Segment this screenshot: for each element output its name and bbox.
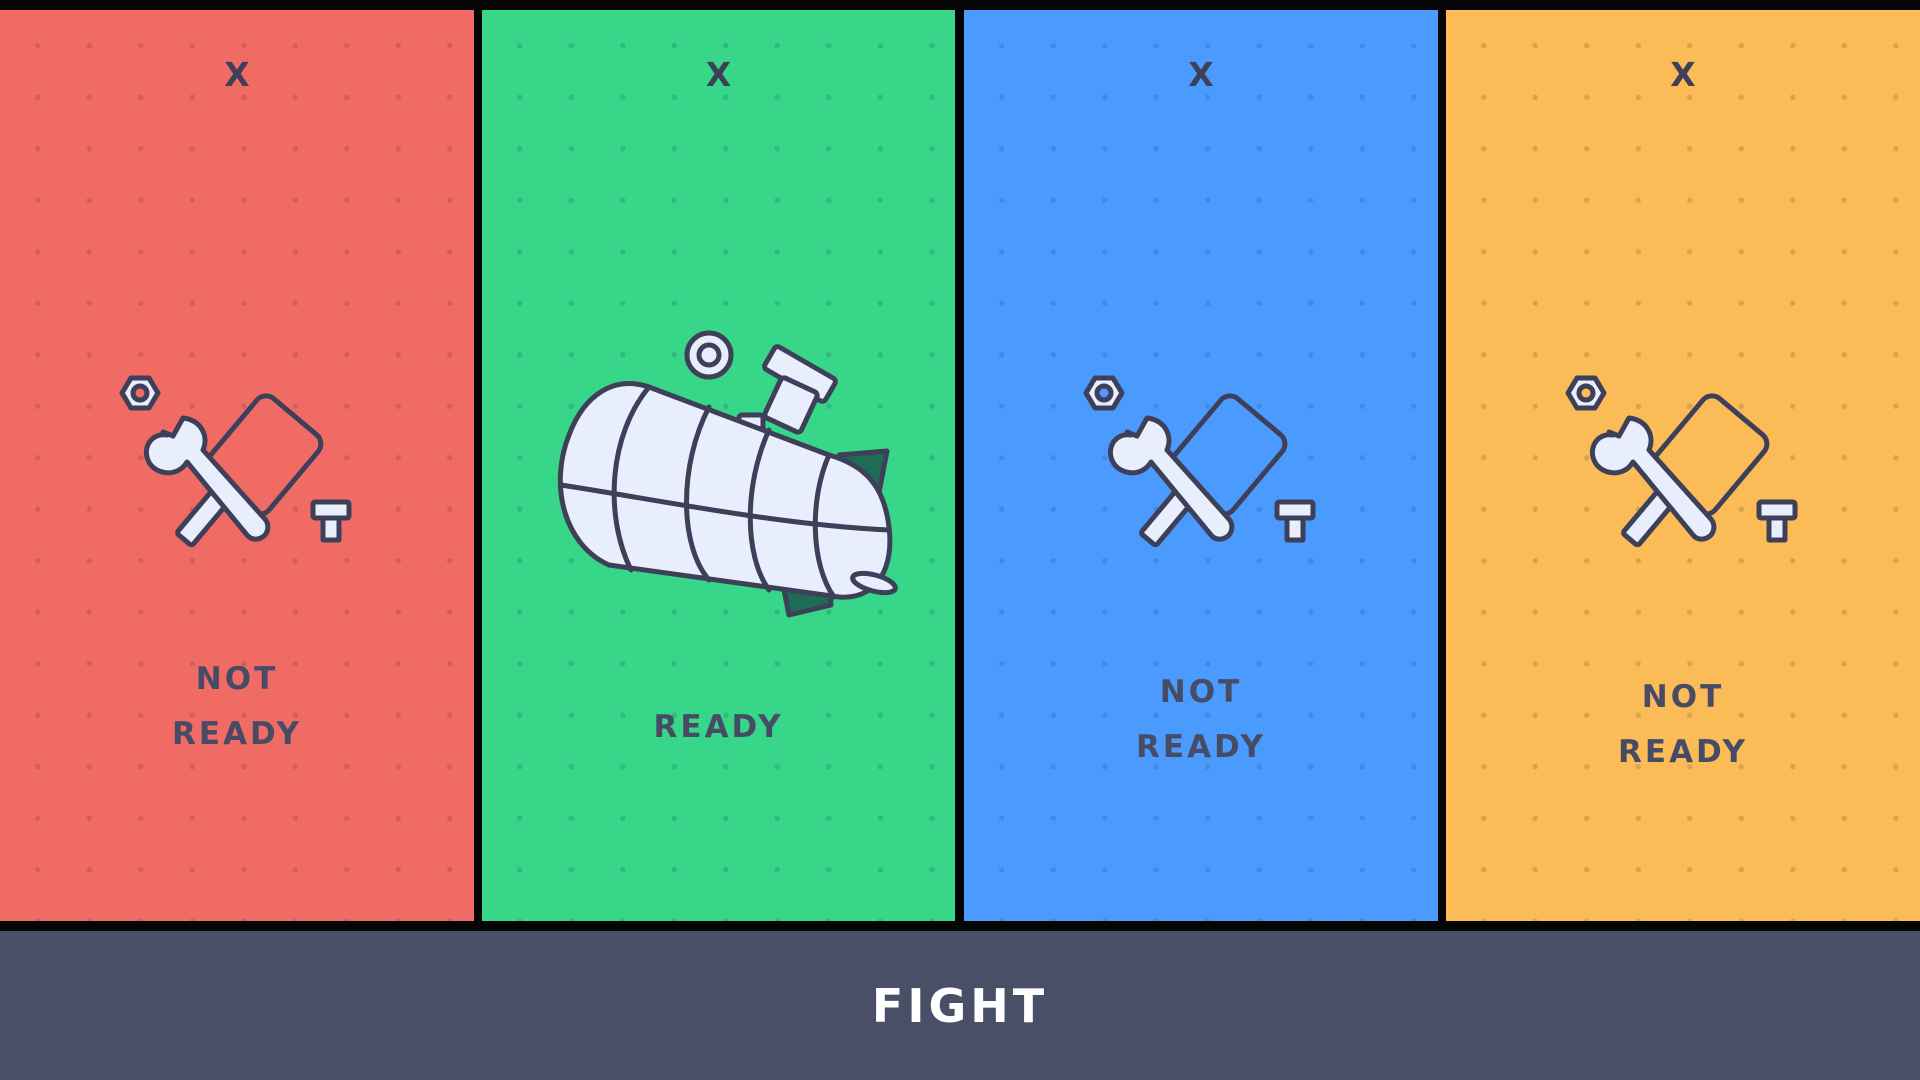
player-panels: X NOT READY X READY X NOT READY X NOT RE… [0,10,1920,921]
player-status-label: NOT READY [1136,674,1266,765]
player-panel-3: X NOT READY [964,10,1438,921]
rocket-ship-icon [539,315,899,635]
remove-player-button[interactable]: X [224,55,249,94]
game-lobby-screen: X NOT READY X READY X NOT READY X NOT RE… [0,0,1920,1080]
remove-player-button[interactable]: X [1188,55,1213,94]
player-panel-2: X READY [482,10,955,921]
fight-button-label: FIGHT [871,978,1049,1033]
fight-button[interactable]: FIGHT [0,931,1920,1080]
player-panel-4: X NOT READY [1446,10,1920,921]
player-status-label: NOT READY [1618,679,1748,770]
player-status-label: NOT READY [172,661,302,752]
remove-player-button[interactable]: X [1670,55,1695,94]
tools-icon [1061,360,1341,590]
tools-icon [1543,360,1823,590]
remove-player-button[interactable]: X [706,55,731,94]
player-panel-1: X NOT READY [0,10,474,921]
player-status-label: READY [653,709,784,745]
tools-icon [97,360,377,590]
